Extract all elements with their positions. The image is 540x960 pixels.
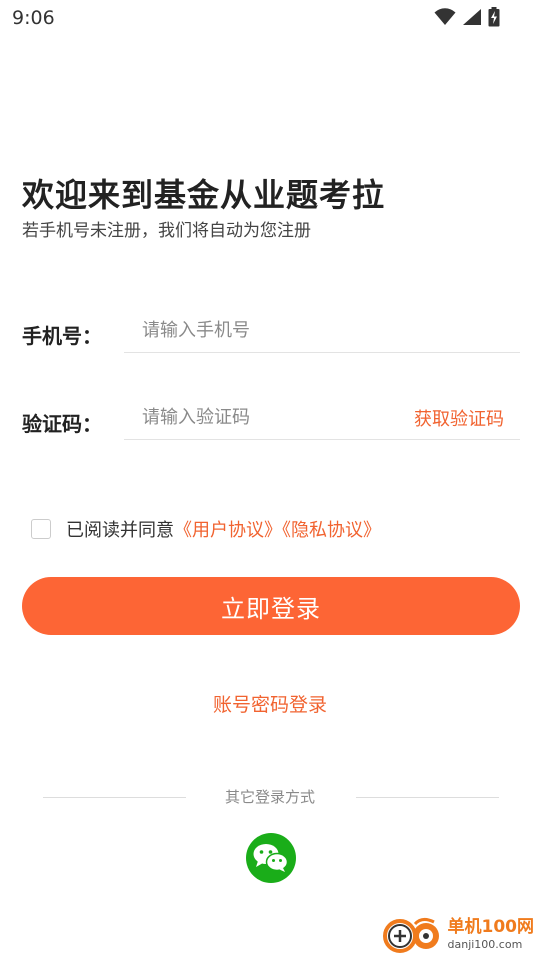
watermark-text: 单机100网 danji100.com [447, 916, 535, 951]
phone-input[interactable] [124, 309, 520, 353]
agreement-checkbox[interactable] [31, 519, 51, 539]
phone-label: 手机号： [22, 324, 102, 348]
wechat-login-button[interactable] [246, 833, 296, 883]
page-subtitle: 若手机号未注册，我们将自动为您注册 [22, 221, 311, 241]
watermark-name: 单机100网 [447, 916, 535, 937]
account-password-login-link[interactable]: 账号密码登录 [0, 690, 540, 717]
agreement-prefix: 已阅读并同意 [66, 520, 174, 541]
signal-icon [463, 9, 481, 25]
watermark: 单机100网 danji100.com [382, 914, 535, 954]
wechat-icon [253, 844, 289, 872]
watermark-url: danji100.com [447, 937, 523, 951]
status-time: 9:06 [12, 7, 55, 29]
battery-charging-icon [488, 7, 500, 27]
login-screen: 9:06 欢迎来到基金从业题考拉 若手机号未注册，我们将自动为您注册 手机号： … [0, 0, 540, 960]
danji100-logo-icon [382, 917, 439, 953]
code-label: 验证码： [22, 412, 102, 436]
wifi-icon [434, 8, 456, 25]
status-icons [434, 7, 500, 27]
login-button[interactable]: 立即登录 [22, 577, 520, 635]
privacy-policy-link[interactable]: 《隐私协议》 [282, 520, 381, 541]
other-login-methods-label: 其它登录方式 [224, 788, 315, 806]
user-agreement-link[interactable]: 《用户协议》 [174, 520, 282, 541]
get-code-button[interactable]: 获取验证码 [414, 405, 504, 431]
page-title: 欢迎来到基金从业题考拉 [22, 176, 386, 214]
agreement-text: 已阅读并同意《用户协议》《隐私协议》 [66, 516, 381, 542]
